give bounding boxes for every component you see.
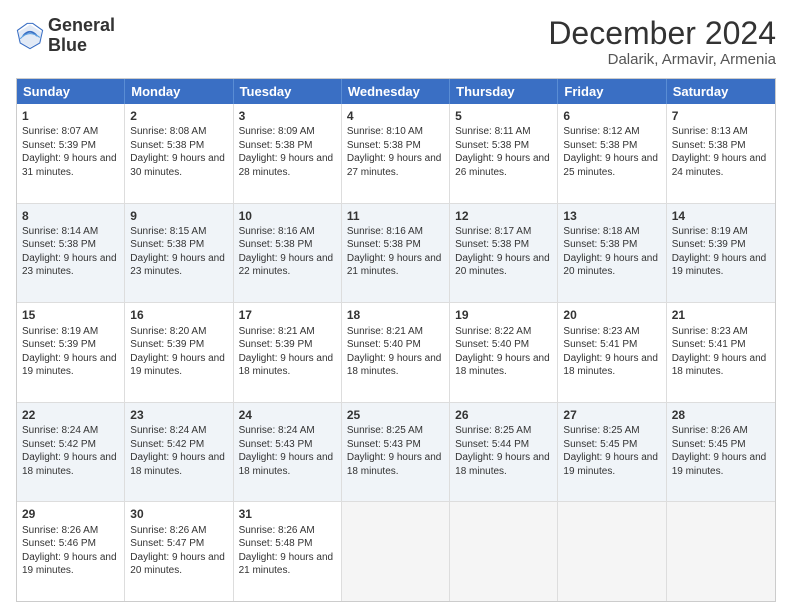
day-number: 28 <box>672 407 770 423</box>
day-number: 11 <box>347 208 444 224</box>
day-number: 25 <box>347 407 444 423</box>
day-number: 14 <box>672 208 770 224</box>
cal-row-5: 29Sunrise: 8:26 AMSunset: 5:46 PMDayligh… <box>17 502 775 601</box>
main-title: December 2024 <box>548 16 776 51</box>
cal-cell: 27Sunrise: 8:25 AMSunset: 5:45 PMDayligh… <box>558 403 666 502</box>
cal-cell: 8Sunrise: 8:14 AMSunset: 5:38 PMDaylight… <box>17 204 125 303</box>
cal-cell: 9Sunrise: 8:15 AMSunset: 5:38 PMDaylight… <box>125 204 233 303</box>
day-number: 10 <box>239 208 336 224</box>
cal-cell: 24Sunrise: 8:24 AMSunset: 5:43 PMDayligh… <box>234 403 342 502</box>
cal-cell: 17Sunrise: 8:21 AMSunset: 5:39 PMDayligh… <box>234 303 342 402</box>
cal-header-friday: Friday <box>558 79 666 104</box>
day-number: 5 <box>455 108 552 124</box>
cal-header-wednesday: Wednesday <box>342 79 450 104</box>
cal-cell: 23Sunrise: 8:24 AMSunset: 5:42 PMDayligh… <box>125 403 233 502</box>
day-number: 1 <box>22 108 119 124</box>
day-number: 24 <box>239 407 336 423</box>
day-number: 2 <box>130 108 227 124</box>
day-number: 15 <box>22 307 119 323</box>
day-number: 22 <box>22 407 119 423</box>
day-number: 8 <box>22 208 119 224</box>
day-number: 3 <box>239 108 336 124</box>
day-number: 29 <box>22 506 119 522</box>
day-number: 4 <box>347 108 444 124</box>
day-number: 18 <box>347 307 444 323</box>
cal-cell: 22Sunrise: 8:24 AMSunset: 5:42 PMDayligh… <box>17 403 125 502</box>
cal-header-thursday: Thursday <box>450 79 558 104</box>
cal-row-2: 8Sunrise: 8:14 AMSunset: 5:38 PMDaylight… <box>17 204 775 304</box>
header: General Blue December 2024 Dalarik, Arma… <box>16 16 776 68</box>
cal-header-saturday: Saturday <box>667 79 775 104</box>
day-number: 19 <box>455 307 552 323</box>
cal-cell: 18Sunrise: 8:21 AMSunset: 5:40 PMDayligh… <box>342 303 450 402</box>
day-number: 23 <box>130 407 227 423</box>
cal-cell: 3Sunrise: 8:09 AMSunset: 5:38 PMDaylight… <box>234 104 342 203</box>
day-number: 26 <box>455 407 552 423</box>
day-number: 7 <box>672 108 770 124</box>
day-number: 31 <box>239 506 336 522</box>
cal-cell: 19Sunrise: 8:22 AMSunset: 5:40 PMDayligh… <box>450 303 558 402</box>
cal-cell <box>558 502 666 601</box>
cal-cell: 13Sunrise: 8:18 AMSunset: 5:38 PMDayligh… <box>558 204 666 303</box>
cal-cell <box>450 502 558 601</box>
logo: General Blue <box>16 16 115 56</box>
cal-cell: 10Sunrise: 8:16 AMSunset: 5:38 PMDayligh… <box>234 204 342 303</box>
day-number: 30 <box>130 506 227 522</box>
cal-cell: 30Sunrise: 8:26 AMSunset: 5:47 PMDayligh… <box>125 502 233 601</box>
cal-row-4: 22Sunrise: 8:24 AMSunset: 5:42 PMDayligh… <box>17 403 775 503</box>
cal-cell: 2Sunrise: 8:08 AMSunset: 5:38 PMDaylight… <box>125 104 233 203</box>
day-number: 6 <box>563 108 660 124</box>
cal-cell: 1Sunrise: 8:07 AMSunset: 5:39 PMDaylight… <box>17 104 125 203</box>
calendar-header: SundayMondayTuesdayWednesdayThursdayFrid… <box>17 79 775 104</box>
cal-cell: 11Sunrise: 8:16 AMSunset: 5:38 PMDayligh… <box>342 204 450 303</box>
day-number: 27 <box>563 407 660 423</box>
cal-cell: 25Sunrise: 8:25 AMSunset: 5:43 PMDayligh… <box>342 403 450 502</box>
cal-row-3: 15Sunrise: 8:19 AMSunset: 5:39 PMDayligh… <box>17 303 775 403</box>
cal-cell: 31Sunrise: 8:26 AMSunset: 5:48 PMDayligh… <box>234 502 342 601</box>
cal-cell: 20Sunrise: 8:23 AMSunset: 5:41 PMDayligh… <box>558 303 666 402</box>
cal-cell: 4Sunrise: 8:10 AMSunset: 5:38 PMDaylight… <box>342 104 450 203</box>
cal-cell: 14Sunrise: 8:19 AMSunset: 5:39 PMDayligh… <box>667 204 775 303</box>
calendar: SundayMondayTuesdayWednesdayThursdayFrid… <box>16 78 776 602</box>
day-number: 21 <box>672 307 770 323</box>
day-number: 13 <box>563 208 660 224</box>
cal-cell: 6Sunrise: 8:12 AMSunset: 5:38 PMDaylight… <box>558 104 666 203</box>
cal-cell: 5Sunrise: 8:11 AMSunset: 5:38 PMDaylight… <box>450 104 558 203</box>
cal-header-sunday: Sunday <box>17 79 125 104</box>
cal-cell: 12Sunrise: 8:17 AMSunset: 5:38 PMDayligh… <box>450 204 558 303</box>
logo-icon <box>16 22 44 50</box>
day-number: 17 <box>239 307 336 323</box>
cal-cell: 15Sunrise: 8:19 AMSunset: 5:39 PMDayligh… <box>17 303 125 402</box>
logo-text: General Blue <box>48 16 115 56</box>
cal-row-1: 1Sunrise: 8:07 AMSunset: 5:39 PMDaylight… <box>17 104 775 204</box>
title-block: December 2024 Dalarik, Armavir, Armenia <box>548 16 776 68</box>
cal-cell: 16Sunrise: 8:20 AMSunset: 5:39 PMDayligh… <box>125 303 233 402</box>
cal-cell: 7Sunrise: 8:13 AMSunset: 5:38 PMDaylight… <box>667 104 775 203</box>
day-number: 9 <box>130 208 227 224</box>
calendar-body: 1Sunrise: 8:07 AMSunset: 5:39 PMDaylight… <box>17 104 775 601</box>
day-number: 12 <box>455 208 552 224</box>
day-number: 20 <box>563 307 660 323</box>
day-number: 16 <box>130 307 227 323</box>
cal-cell: 21Sunrise: 8:23 AMSunset: 5:41 PMDayligh… <box>667 303 775 402</box>
subtitle: Dalarik, Armavir, Armenia <box>548 51 776 68</box>
cal-header-tuesday: Tuesday <box>234 79 342 104</box>
cal-cell <box>667 502 775 601</box>
cal-cell: 29Sunrise: 8:26 AMSunset: 5:46 PMDayligh… <box>17 502 125 601</box>
page: General Blue December 2024 Dalarik, Arma… <box>0 0 792 612</box>
cal-header-monday: Monday <box>125 79 233 104</box>
cal-cell: 26Sunrise: 8:25 AMSunset: 5:44 PMDayligh… <box>450 403 558 502</box>
cal-cell <box>342 502 450 601</box>
cal-cell: 28Sunrise: 8:26 AMSunset: 5:45 PMDayligh… <box>667 403 775 502</box>
